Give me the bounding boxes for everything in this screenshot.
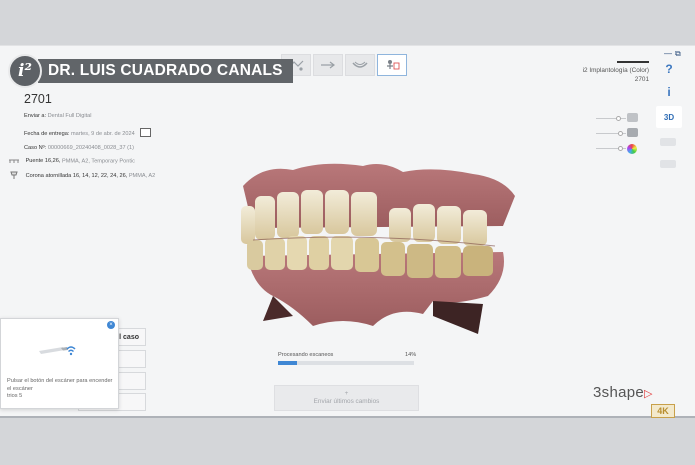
upper-jaw-icon[interactable] [627,113,638,122]
send-to-row: Enviar a: Dental Full Digital [24,113,91,119]
restoration-item[interactable]: Puente 16,26, PMMA, A2, Temporary Pontic [8,158,135,164]
scanner-wifi-icon [39,346,76,356]
jaw-scan-model[interactable] [233,156,518,336]
upper-jaw-slider[interactable] [596,116,626,121]
3shape-logo: 3shape▷ [593,384,653,401]
color-slider[interactable] [596,146,626,151]
send-button-label: Enviar últimos cambios [313,398,380,405]
minimize-icon[interactable]: — [664,49,672,58]
case-title: 2701 [24,92,52,106]
item-detail: PMMA, A2, Temporary Pontic [61,158,135,165]
case-number-row: Caso Nº: 00000669_20240408_0028_37 (1) [24,145,134,151]
restoration-item[interactable]: Corona atornillada 16, 14, 12, 22, 24, 2… [8,171,155,180]
color-wheel-icon[interactable] [627,144,637,154]
popup-device: trios 5 [7,393,23,399]
lower-jaw-icon[interactable] [627,128,638,137]
bottom-margin [0,418,695,465]
slider-knob[interactable] [618,131,623,136]
case-number-value: 00000669_20240408_0028_37 (1) [47,145,134,151]
slider-knob[interactable] [616,116,621,121]
workflow-steps [281,54,407,76]
send-to-value[interactable]: Dental Full Digital [48,113,92,119]
send-to-label: Enviar a: [24,113,47,119]
top-margin [0,0,695,45]
summary-case-number: 2701 [634,75,649,83]
clinic-label: i2 Implantología (Color) [582,67,649,74]
scanner-popup: × Pulsar el botón del escáner para encen… [0,318,119,409]
delivery-value: martes, 9 de abr. de 2024 [70,130,135,137]
popup-instruction: Pulsar el botón del escáner para encende… [7,378,113,392]
implant-crown-icon [10,171,18,179]
popup-message: Pulsar el botón del escáner para encende… [7,378,115,401]
restore-icon[interactable]: ⧉ [675,49,681,59]
info-button[interactable]: i [657,85,681,99]
case-number-label: Caso Nº: [24,145,47,151]
item-label: Corona atornillada 16, 14, 12, 22, 24, 2… [25,172,128,179]
view-3d-button[interactable]: 3D [656,106,682,128]
brand-name: 3shape [593,384,645,401]
plus-icon: + [344,390,349,397]
help-button[interactable]: ? [657,62,681,76]
calendar-icon[interactable] [140,128,152,137]
item-detail: PMMA, A2 [128,172,156,179]
send-latest-changes-button[interactable]: + Enviar últimos cambios [274,385,419,411]
progress-label: Procesando escaneos [278,352,334,358]
delivery-row: Fecha de entrega: martes, 9 de abr. de 2… [24,128,152,138]
progress-fill [278,361,298,365]
step-jaw-icon[interactable] [345,54,375,76]
bridge-icon [9,159,19,163]
item-label: Puente 16,26, [25,158,61,165]
case-summary: i2 Implantología (Color) 2701 [583,61,649,84]
progress-percent: 14% [405,352,417,358]
device-indicator [617,61,649,63]
4k-badge: 4K [651,404,675,418]
step-send-icon[interactable] [377,54,407,76]
delivery-label: Fecha de entrega: [24,130,70,137]
step-scan-icon[interactable] [313,54,343,76]
lower-jaw-slider[interactable] [596,131,626,136]
doctor-name: DR. LUIS CUADRADO CANALS [38,59,293,83]
rail-tool-icon[interactable] [660,160,676,168]
rail-tool-icon[interactable] [660,138,676,146]
close-icon[interactable]: × [107,321,115,329]
slider-knob[interactable] [618,146,623,151]
i2-logo-icon: i² [8,54,42,88]
progress-bar [278,361,414,365]
doctor-banner: i² DR. LUIS CUADRADO CANALS [8,54,293,88]
triangle-icon: ▷ [644,388,653,400]
